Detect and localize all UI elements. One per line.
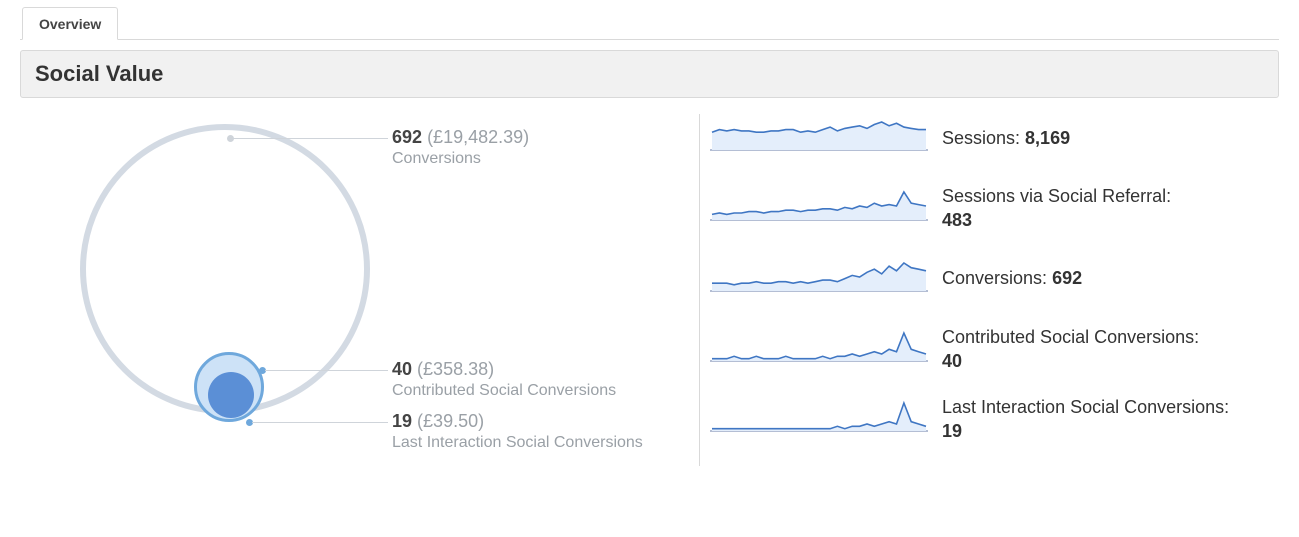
sparkline [710, 255, 928, 303]
diagram-label-contributed: 40 (£358.38) Contributed Social Conversi… [392, 359, 616, 400]
content-area: 692 (£19,482.39) Conversions 40 (£358.38… [20, 98, 1279, 466]
metric-label-text: Sessions via Social Referral: [942, 186, 1171, 206]
metric-value: 40 [942, 351, 962, 371]
last-interaction-label: Last Interaction Social Conversions [392, 434, 643, 452]
metric-label: Last Interaction Social Conversions: 19 [942, 395, 1229, 444]
circle-diagram: 692 (£19,482.39) Conversions 40 (£358.38… [20, 114, 699, 464]
conversions-money: (£19,482.39) [427, 127, 529, 147]
tab-overview[interactable]: Overview [22, 7, 118, 40]
diagram-label-conversions: 692 (£19,482.39) Conversions [392, 127, 529, 168]
metric-label: Sessions: 8,169 [942, 126, 1070, 150]
contributed-number: 40 [392, 359, 412, 379]
leader-line [252, 422, 388, 423]
sparkline [710, 114, 928, 162]
conversions-label: Conversions [392, 150, 529, 168]
metric-row: Last Interaction Social Conversions: 19 [710, 395, 1279, 444]
metric-value: 692 [1052, 268, 1082, 288]
metric-value: 19 [942, 421, 962, 441]
leader-line [233, 138, 388, 139]
tab-bar: Overview [20, 4, 1279, 40]
panel-title: Social Value [20, 50, 1279, 98]
metric-row: Sessions: 8,169 [710, 114, 1279, 162]
metric-label-text: Conversions: [942, 268, 1052, 288]
metric-row: Conversions: 692 [710, 255, 1279, 303]
last-interaction-number: 19 [392, 411, 412, 431]
metric-row: Contributed Social Conversions: 40 [710, 325, 1279, 374]
metric-label-text: Contributed Social Conversions: [942, 327, 1199, 347]
metric-value: 483 [942, 210, 972, 230]
analytics-overview-page: Overview Social Value 692 (£19,482.39) [0, 4, 1299, 486]
last-interaction-money: (£39.50) [417, 411, 484, 431]
conversions-number: 692 [392, 127, 422, 147]
contributed-label: Contributed Social Conversions [392, 382, 616, 400]
metric-label-text: Sessions: [942, 128, 1025, 148]
sparkline [710, 395, 928, 443]
sparkline [710, 325, 928, 373]
social-value-diagram: 692 (£19,482.39) Conversions 40 (£358.38… [20, 114, 700, 466]
metrics-column: Sessions: 8,169 Sessions via Social Refe… [700, 114, 1279, 466]
metric-value: 8,169 [1025, 128, 1070, 148]
metric-label: Sessions via Social Referral: 483 [942, 184, 1171, 233]
leader-line [265, 370, 388, 371]
circle-last-interaction [208, 372, 254, 418]
diagram-label-last-interaction: 19 (£39.50) Last Interaction Social Conv… [392, 411, 643, 452]
sparkline [710, 184, 928, 232]
metric-label: Contributed Social Conversions: 40 [942, 325, 1199, 374]
metric-label: Conversions: 692 [942, 266, 1082, 290]
metric-row: Sessions via Social Referral: 483 [710, 184, 1279, 233]
metric-label-text: Last Interaction Social Conversions: [942, 397, 1229, 417]
contributed-money: (£358.38) [417, 359, 494, 379]
